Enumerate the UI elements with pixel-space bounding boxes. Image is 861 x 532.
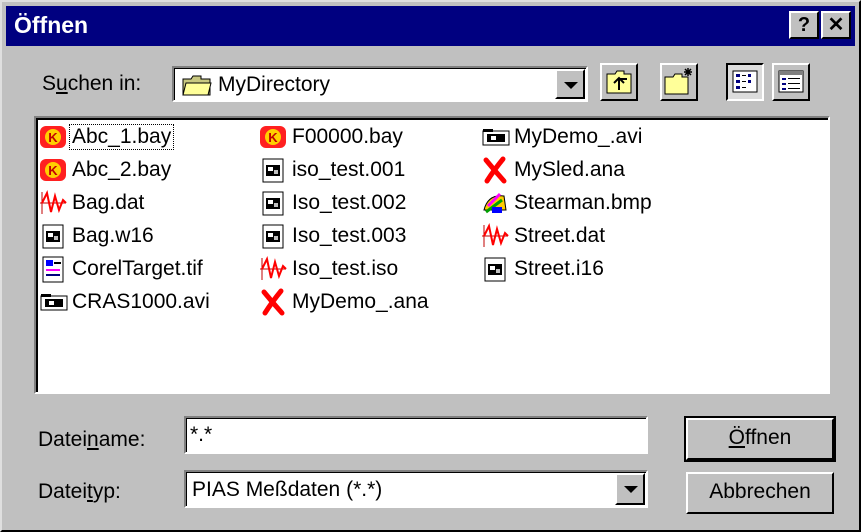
file-item[interactable]: Stearman.bmp: [480, 188, 654, 218]
file-name: Iso_test.002: [292, 191, 407, 214]
k-icon: K: [258, 122, 288, 152]
look-in-value: MyDirectory: [218, 73, 331, 96]
file-item[interactable]: CRAS1000.avi: [38, 287, 212, 317]
file-name: F00000.bay: [292, 125, 403, 148]
file-item[interactable]: CorelTarget.tif: [38, 254, 205, 284]
cancel-button[interactable]: Abbrechen: [686, 472, 834, 514]
file-name: Street.i16: [514, 257, 604, 280]
filename-value: *.*: [190, 423, 213, 446]
file-item[interactable]: MyDemo_.avi: [480, 122, 644, 152]
file-item[interactable]: Bag.dat: [38, 188, 146, 218]
dialog-title: Öffnen: [14, 12, 89, 38]
list-view-icon: [732, 70, 758, 93]
video-icon: [38, 287, 68, 317]
wave-icon: [38, 188, 68, 218]
filetype-dropdown[interactable]: PIAS Meßdaten (*.*): [184, 470, 648, 508]
svg-text:K: K: [48, 130, 58, 145]
doc-icon: [258, 188, 288, 218]
new-folder-icon: [664, 68, 692, 95]
open-button[interactable]: Öffnen: [684, 416, 836, 462]
help-button[interactable]: ?: [789, 11, 819, 39]
file-name: MyDemo_.ana: [292, 290, 429, 313]
filename-input[interactable]: *.*: [184, 416, 648, 454]
new-folder-button[interactable]: [660, 63, 698, 101]
file-item[interactable]: K Abc_1.bay: [38, 122, 175, 152]
file-name: Iso_test.003: [292, 224, 407, 247]
doc-icon: [38, 221, 68, 251]
file-name: Abc_2.bay: [72, 158, 172, 181]
k-icon: K: [38, 155, 68, 185]
x-icon: [480, 155, 510, 185]
file-name: Iso_test.iso: [292, 257, 399, 280]
file-item[interactable]: Street.i16: [480, 254, 606, 284]
file-item[interactable]: Iso_test.003: [258, 221, 408, 251]
file-item[interactable]: Street.dat: [480, 221, 607, 251]
k-icon: K: [38, 122, 68, 152]
filetype-label: Dateityp:: [38, 480, 121, 503]
file-item[interactable]: iso_test.001: [258, 155, 407, 185]
up-folder-icon: [606, 70, 632, 94]
file-name: Street.dat: [514, 224, 606, 247]
file-name: Bag.dat: [72, 191, 145, 214]
file-name: MyDemo_.avi: [514, 125, 643, 148]
file-item[interactable]: MySled.ana: [480, 155, 627, 185]
file-name: iso_test.001: [292, 158, 406, 181]
up-folder-button[interactable]: [600, 63, 638, 101]
image-icon: [38, 254, 68, 284]
wave-icon: [258, 254, 288, 284]
file-name: Abc_1.bay: [68, 124, 175, 150]
filetype-dropdown-button[interactable]: [615, 473, 645, 505]
close-button[interactable]: ✕: [821, 11, 851, 39]
folder-icon: [182, 75, 212, 96]
file-name: CRAS1000.avi: [72, 290, 210, 313]
svg-text:K: K: [48, 163, 58, 178]
file-item[interactable]: K F00000.bay: [258, 122, 405, 152]
file-item[interactable]: MyDemo_.ana: [258, 287, 431, 317]
file-name: Stearman.bmp: [514, 191, 652, 214]
doc-icon: [258, 155, 288, 185]
svg-text:K: K: [268, 130, 278, 145]
filename-label: Dateiname:: [38, 428, 146, 451]
details-view-icon: [778, 70, 804, 93]
filetype-value: PIAS Meßdaten (*.*): [192, 478, 383, 501]
video-icon: [480, 122, 510, 152]
x-icon: [258, 287, 288, 317]
file-item[interactable]: K Abc_2.bay: [38, 155, 173, 185]
doc-icon: [258, 221, 288, 251]
file-name: MySled.ana: [514, 158, 625, 181]
file-item[interactable]: Bag.w16: [38, 221, 156, 251]
list-view-button[interactable]: [726, 63, 764, 101]
open-dialog: Öffnen ? ✕ Suchen in: MyDirectory K Abc_…: [0, 0, 861, 532]
file-name: CorelTarget.tif: [72, 257, 203, 280]
title-bar[interactable]: Öffnen ? ✕: [6, 6, 855, 46]
paint-icon: [480, 188, 510, 218]
file-item[interactable]: Iso_test.iso: [258, 254, 400, 284]
doc-icon: [480, 254, 510, 284]
file-item[interactable]: Iso_test.002: [258, 188, 408, 218]
details-view-button[interactable]: [772, 63, 810, 101]
look-in-label: Suchen in:: [42, 72, 142, 95]
file-name: Bag.w16: [72, 224, 154, 247]
wave-icon: [480, 221, 510, 251]
look-in-dropdown[interactable]: MyDirectory: [172, 66, 588, 102]
look-in-dropdown-button[interactable]: [555, 69, 585, 99]
file-list[interactable]: K Abc_1.bay K Abc_2.bay Bag.dat Bag.w16 CorelT…: [34, 116, 830, 394]
